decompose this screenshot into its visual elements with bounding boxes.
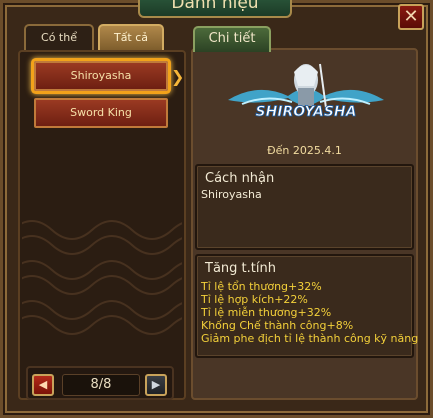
tab-detail[interactable]: Chi tiết (193, 26, 271, 52)
how-to-obtain-heading: Cách nhận (205, 171, 275, 186)
emblem-label: SHIROYASHA (256, 104, 357, 120)
title-emblem: SHIROYASHA (228, 63, 384, 120)
tab-usable[interactable]: Có thể dùng (24, 24, 94, 68)
triangle-right-icon: ▶ (151, 378, 161, 391)
stat-line: Tỉ lệ miễn thương+32% (201, 306, 332, 319)
wave-decoration (22, 220, 182, 335)
stat-line: Khống Chế thành công+8% (201, 319, 354, 332)
prev-page-button[interactable]: ◀ (32, 374, 54, 396)
close-icon: ✕ (403, 6, 419, 27)
stat-line: Tỉ lệ hợp kích+22% (201, 293, 308, 306)
stat-bonus-heading: Tăng t.tính (205, 261, 276, 276)
list-item-shiroyasha[interactable]: Shiroyasha (34, 61, 168, 91)
how-to-obtain-box: Cách nhận Shiroyasha (195, 164, 414, 250)
window-title: Danh hiệu (138, 0, 292, 18)
stat-bonus-box: Tăng t.tính Tỉ lệ tổn thương+32% Tỉ lệ h… (195, 254, 418, 358)
close-button[interactable]: ✕ (398, 4, 424, 30)
how-to-obtain-text: Shiroyasha (201, 188, 262, 201)
tab-all[interactable]: Tất cả (98, 24, 164, 52)
page-indicator: 8/8 (62, 374, 140, 396)
next-page-button[interactable]: ▶ (145, 374, 167, 396)
list-item-sword-king[interactable]: Sword King (34, 98, 168, 128)
stat-line: Tỉ lệ tổn thương+32% (201, 280, 322, 293)
selection-arrow-icon: ❯ (171, 67, 185, 86)
expiry-date: Đến 2025.4.1 (267, 144, 342, 157)
triangle-left-icon: ◀ (38, 378, 48, 391)
stat-line: Giảm phe địch tỉ lệ thành công kỹ năng (201, 332, 419, 345)
